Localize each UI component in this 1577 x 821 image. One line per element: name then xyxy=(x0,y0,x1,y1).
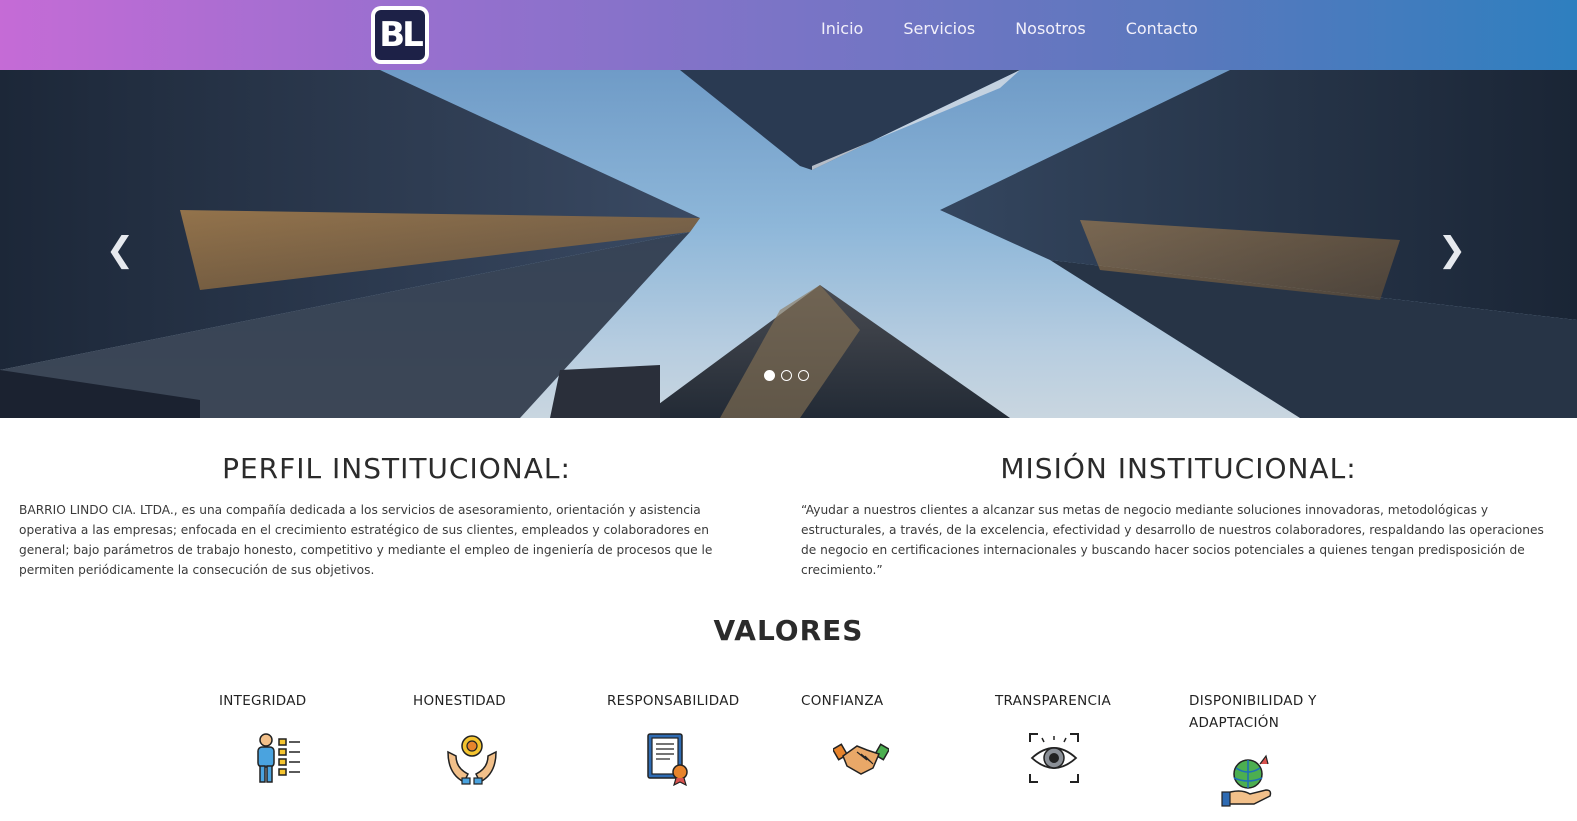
checklist-person-icon xyxy=(257,733,300,783)
valor-honestidad: HONESTIDAD xyxy=(413,690,593,712)
carousel-dot-3[interactable] xyxy=(798,370,809,381)
valor-confianza: CONFIANZA xyxy=(801,690,981,712)
handshake-icon xyxy=(833,743,889,775)
carousel-indicators xyxy=(764,370,815,381)
valor-label: TRANSPARENCIA xyxy=(995,693,1112,709)
carousel-next-button[interactable]: ❯ xyxy=(1434,232,1470,268)
hand-globe-icon xyxy=(1221,754,1272,807)
chevron-left-icon: ❮ xyxy=(105,230,135,270)
navbar: BL Inicio Servicios Nosotros Contacto xyxy=(0,0,1577,70)
valor-disponibilidad: DISPONIBILIDAD Y ADAPTACIÓN xyxy=(1189,690,1369,734)
valor-label: INTEGRIDAD xyxy=(219,693,307,709)
valor-label: HONESTIDAD xyxy=(413,693,506,709)
nav-link-nosotros[interactable]: Nosotros xyxy=(1015,18,1086,40)
carousel-dot-1[interactable] xyxy=(764,370,775,381)
carousel-prev-button[interactable]: ❮ xyxy=(102,232,138,268)
hero-carousel: ❮ ❯ xyxy=(0,70,1577,418)
valores-title: VALORES xyxy=(713,614,864,647)
nav-link-servicios[interactable]: Servicios xyxy=(903,18,975,40)
certificate-icon xyxy=(647,733,688,786)
nav-link-contacto[interactable]: Contacto xyxy=(1126,18,1198,40)
logo-mark: BL xyxy=(375,10,425,60)
hero-image xyxy=(0,70,1577,418)
carousel-dot-2[interactable] xyxy=(781,370,792,381)
logo[interactable]: BL xyxy=(371,6,429,64)
nav-link-inicio[interactable]: Inicio xyxy=(821,18,863,40)
valor-label: RESPONSABILIDAD xyxy=(607,693,740,709)
valor-transparencia: TRANSPARENCIA xyxy=(995,690,1175,712)
chevron-right-icon: ❯ xyxy=(1437,230,1467,270)
hands-medal-icon xyxy=(447,735,497,785)
valor-responsabilidad: RESPONSABILIDAD xyxy=(607,690,787,712)
eye-scan-icon xyxy=(1029,733,1079,783)
mision-text: “Ayudar a nuestros clientes a alcanzar s… xyxy=(801,503,1544,577)
valor-label: DISPONIBILIDAD Y ADAPTACIÓN xyxy=(1189,693,1317,731)
valor-label: CONFIANZA xyxy=(801,693,884,709)
perfil-text: BARRIO LINDO CIA. LTDA., es una compañía… xyxy=(19,503,713,577)
valor-integridad: INTEGRIDAD xyxy=(219,690,399,712)
mision-title: MISIÓN INSTITUCIONAL: xyxy=(1000,452,1357,485)
perfil-title: PERFIL INSTITUCIONAL: xyxy=(222,452,571,485)
main-nav: Inicio Servicios Nosotros Contacto xyxy=(821,18,1238,40)
